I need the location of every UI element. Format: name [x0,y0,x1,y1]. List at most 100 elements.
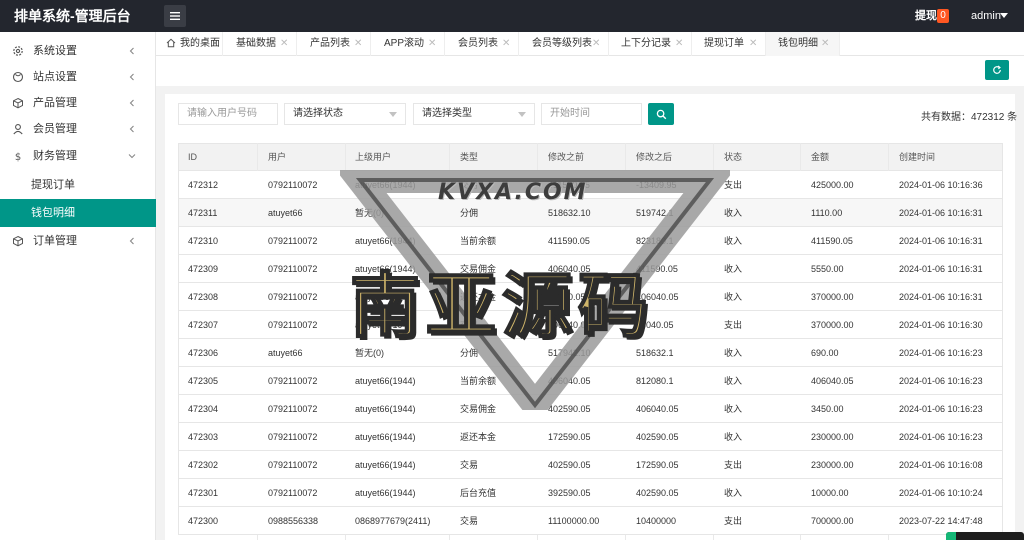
status-select-value: 请选择状态 [293,108,343,119]
cell-after: 519742.1 [636,208,674,218]
sidebar-item-label: 财务管理 [33,150,77,162]
gear-icon [12,45,24,57]
cell-user: 0792110072 [268,292,318,302]
sidebar-item-system-settings[interactable]: 系统设置 [0,38,156,64]
column-header-user[interactable]: 用户 [268,143,286,171]
cell-after: 402590.05 [636,488,679,498]
column-header-after[interactable]: 修改之后 [636,143,672,171]
column-header-id[interactable]: ID [188,143,197,171]
cell-created-at: 2024-01-06 10:16:23 [899,348,983,358]
close-icon[interactable]: ✕ [280,32,288,56]
chevron-left-icon [128,47,136,55]
sidebar-item-label: 会员管理 [33,123,77,135]
column-header-status[interactable]: 状态 [724,143,742,171]
cell-amount: 425000.00 [811,180,854,190]
cell-user: atuyet66 [268,208,303,218]
cell-created-at: 2024-01-06 10:16:31 [899,264,983,274]
tab-label: 会员列表 [458,38,498,49]
column-header-before[interactable]: 修改之前 [548,143,584,171]
chevron-left-icon [128,99,136,107]
cell-id: 472306 [188,348,219,358]
close-icon[interactable]: ✕ [749,32,757,56]
refresh-icon [993,65,1001,74]
cell-status: 支出 [724,460,743,470]
cell-created-at: 2024-01-06 10:16:30 [899,320,983,330]
cell-status: 收入 [724,376,743,386]
user-number-input[interactable]: 请输入用户号码 [178,103,278,125]
sidebar-subitem-withdraw-orders[interactable]: 提现订单 [0,171,156,199]
sidebar-subitem-wallet-details[interactable]: 钱包明细 [0,199,156,227]
menu-toggle-button[interactable] [164,5,186,27]
tab-balance-records[interactable]: 上下分记录 ✕ [609,32,692,56]
cell-before: 11100000.00 [548,516,600,526]
cell-user: 0792110072 [268,488,318,498]
close-icon[interactable]: ✕ [428,32,436,56]
cell-id: 472307 [188,320,219,330]
cell-parent-user: atuyet66(1944) [355,432,416,442]
tab-withdraw-orders[interactable]: 提现订单 ✕ [692,32,766,56]
cell-status: 支出 [724,320,743,330]
tab-label: 基础数据 [236,38,276,49]
sidebar-item-finance-management[interactable]: $ 财务管理 [0,143,156,169]
tab-basic-data[interactable]: 基础数据 ✕ [223,32,297,56]
cell-parent-user: atuyet66(1944) [355,376,416,386]
close-icon[interactable]: ✕ [354,32,362,56]
cell-user: 0792110072 [268,180,318,190]
cell-parent-user: atuyet66(1944) [355,460,416,470]
tab-wallet-details[interactable]: 钱包明细 ✕ [766,32,840,56]
cell-created-at: 2024-01-06 10:16:23 [899,432,983,442]
close-icon[interactable]: ✕ [502,32,510,56]
cell-id: 472308 [188,292,219,302]
cell-user: 0792110072 [268,404,318,414]
column-header-amount[interactable]: 金额 [811,143,829,171]
close-icon[interactable]: ✕ [675,32,683,56]
status-select[interactable]: 请选择状态 [284,103,406,125]
tab-label: 产品列表 [310,38,350,49]
cell-parent-user: 暂无(0) [355,208,384,218]
close-icon[interactable]: ✕ [821,32,829,56]
cell-created-at: 2024-01-06 10:16:23 [899,376,983,386]
tab-desktop[interactable]: 我的桌面 [156,32,223,56]
sidebar-item-label: 系统设置 [33,45,77,57]
toolbar [156,56,1024,86]
column-header-type[interactable]: 类型 [460,143,478,171]
sidebar-item-order-management[interactable]: 订单管理 [0,228,156,254]
cell-type: 交易 [460,516,479,526]
sidebar-item-label: 产品管理 [33,97,77,109]
cell-user: 0988556338 [268,516,319,526]
chevron-down-icon[interactable] [1000,13,1008,18]
cell-parent-user: atuyet66(1944) [355,488,416,498]
sidebar-item-product-management[interactable]: 产品管理 [0,90,156,116]
cell-status: 收入 [724,432,743,442]
cell-after: 10400000 [636,516,677,526]
cell-amount: 230000.00 [811,460,854,470]
sidebar-item-site-settings[interactable]: 站点设置 [0,64,156,90]
cell-status: 收入 [724,488,743,498]
cell-user: atuyet66 [268,348,303,358]
cell-type: 后台充值 [460,488,497,498]
floating-widget[interactable] [946,532,1024,540]
column-header-parent-user[interactable]: 上级用户 [355,143,391,171]
type-select-value: 请选择类型 [422,108,472,119]
cell-status: 支出 [724,180,743,190]
chevron-down-icon [518,112,526,117]
close-icon[interactable]: ✕ [592,32,600,56]
cell-id: 472312 [188,180,219,190]
tab-product-list[interactable]: 产品列表 ✕ [297,32,371,56]
home-icon [166,38,176,48]
tab-member-list[interactable]: 会员列表 ✕ [445,32,519,56]
column-header-created-at[interactable]: 创建时间 [899,143,935,171]
cell-amount: 690.00 [811,348,839,358]
cell-id: 472311 [188,208,218,218]
type-select[interactable]: 请选择类型 [413,103,535,125]
cell-parent-user: atuyet66(1944) [355,404,416,414]
withdraw-link[interactable]: 提现 [915,0,937,32]
sidebar-item-member-management[interactable]: 会员管理 [0,116,156,142]
user-menu[interactable]: admin [971,0,1001,32]
tab-member-level-list[interactable]: 会员等级列表 ✕ [519,32,609,56]
search-button[interactable] [648,103,674,125]
refresh-button[interactable] [985,60,1009,80]
start-time-input[interactable]: 开始时间 [541,103,642,125]
tab-app-scroll[interactable]: APP滚动 ✕ [371,32,445,56]
cell-status: 收入 [724,348,743,358]
